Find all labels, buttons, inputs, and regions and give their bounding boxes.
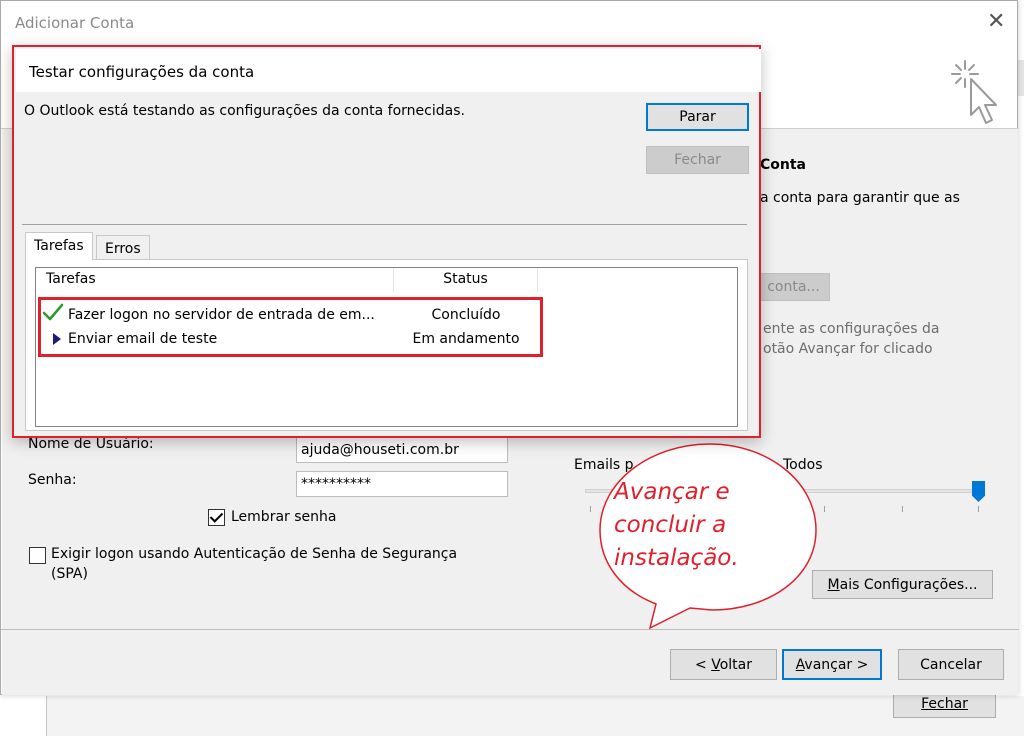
username-label: Nome de Usuário: xyxy=(28,436,154,452)
cursor-sparkle-icon xyxy=(951,60,997,124)
section-description: a conta para garantir que as xyxy=(760,190,960,206)
slider-tick xyxy=(978,506,979,512)
password-input[interactable]: ********** xyxy=(296,471,508,497)
back-button[interactable]: < Voltar xyxy=(670,649,777,680)
section-heading: Conta xyxy=(760,157,806,173)
footer-separator xyxy=(1,629,1019,630)
tab-errors[interactable]: Erros xyxy=(96,235,150,262)
remember-password-checkbox[interactable] xyxy=(208,509,225,526)
background-window-edge xyxy=(1017,60,1024,96)
username-input[interactable]: ajuda@houseti.com.br xyxy=(296,437,508,463)
column-header-status[interactable]: Status xyxy=(394,268,538,292)
slider-tick xyxy=(902,506,903,512)
spa-checkbox[interactable] xyxy=(29,547,46,564)
close-test-button[interactable]: Fechar xyxy=(646,146,749,174)
spa-label: Exigir logon usando Autenticação de Senh… xyxy=(51,546,458,562)
tasks-panel: Tarefas Status Fazer logon no servidor d… xyxy=(25,259,748,431)
more-settings-button[interactable]: Mais Configurações... xyxy=(812,570,993,599)
test-description-line2: otão Avançar for clicado xyxy=(763,341,933,357)
stop-button[interactable]: Parar xyxy=(646,103,749,131)
spa-label-line2: (SPA) xyxy=(51,566,88,582)
test-description-line1: ente as configurações da xyxy=(763,321,940,337)
close-icon[interactable]: ✕ xyxy=(987,11,1005,33)
column-header-tasks[interactable]: Tarefas xyxy=(36,268,394,292)
tasks-list: Tarefas Status Fazer logon no servidor d… xyxy=(35,267,738,427)
remember-password-label: Lembrar senha xyxy=(231,509,337,525)
test-separator xyxy=(22,224,747,225)
dialog-title: Adicionar Conta xyxy=(15,14,135,32)
annotation-text: Avançar e concluir a instalação. xyxy=(614,479,739,571)
test-settings-dialog: Testar configurações da conta O Outlook … xyxy=(12,45,761,438)
test-message: O Outlook está testando as configurações… xyxy=(24,103,465,119)
background-window xyxy=(46,696,1024,736)
next-button[interactable]: Avançar > xyxy=(782,649,882,680)
test-dialog-header: Testar configurações da conta xyxy=(16,49,761,92)
tab-tasks[interactable]: Tarefas xyxy=(25,232,93,260)
test-dialog-title: Testar configurações da conta xyxy=(29,63,255,81)
password-label: Senha: xyxy=(28,472,77,488)
test-account-button[interactable]: conta... xyxy=(757,273,830,301)
cancel-button[interactable]: Cancelar xyxy=(898,649,1004,680)
highlight-box xyxy=(38,297,543,357)
